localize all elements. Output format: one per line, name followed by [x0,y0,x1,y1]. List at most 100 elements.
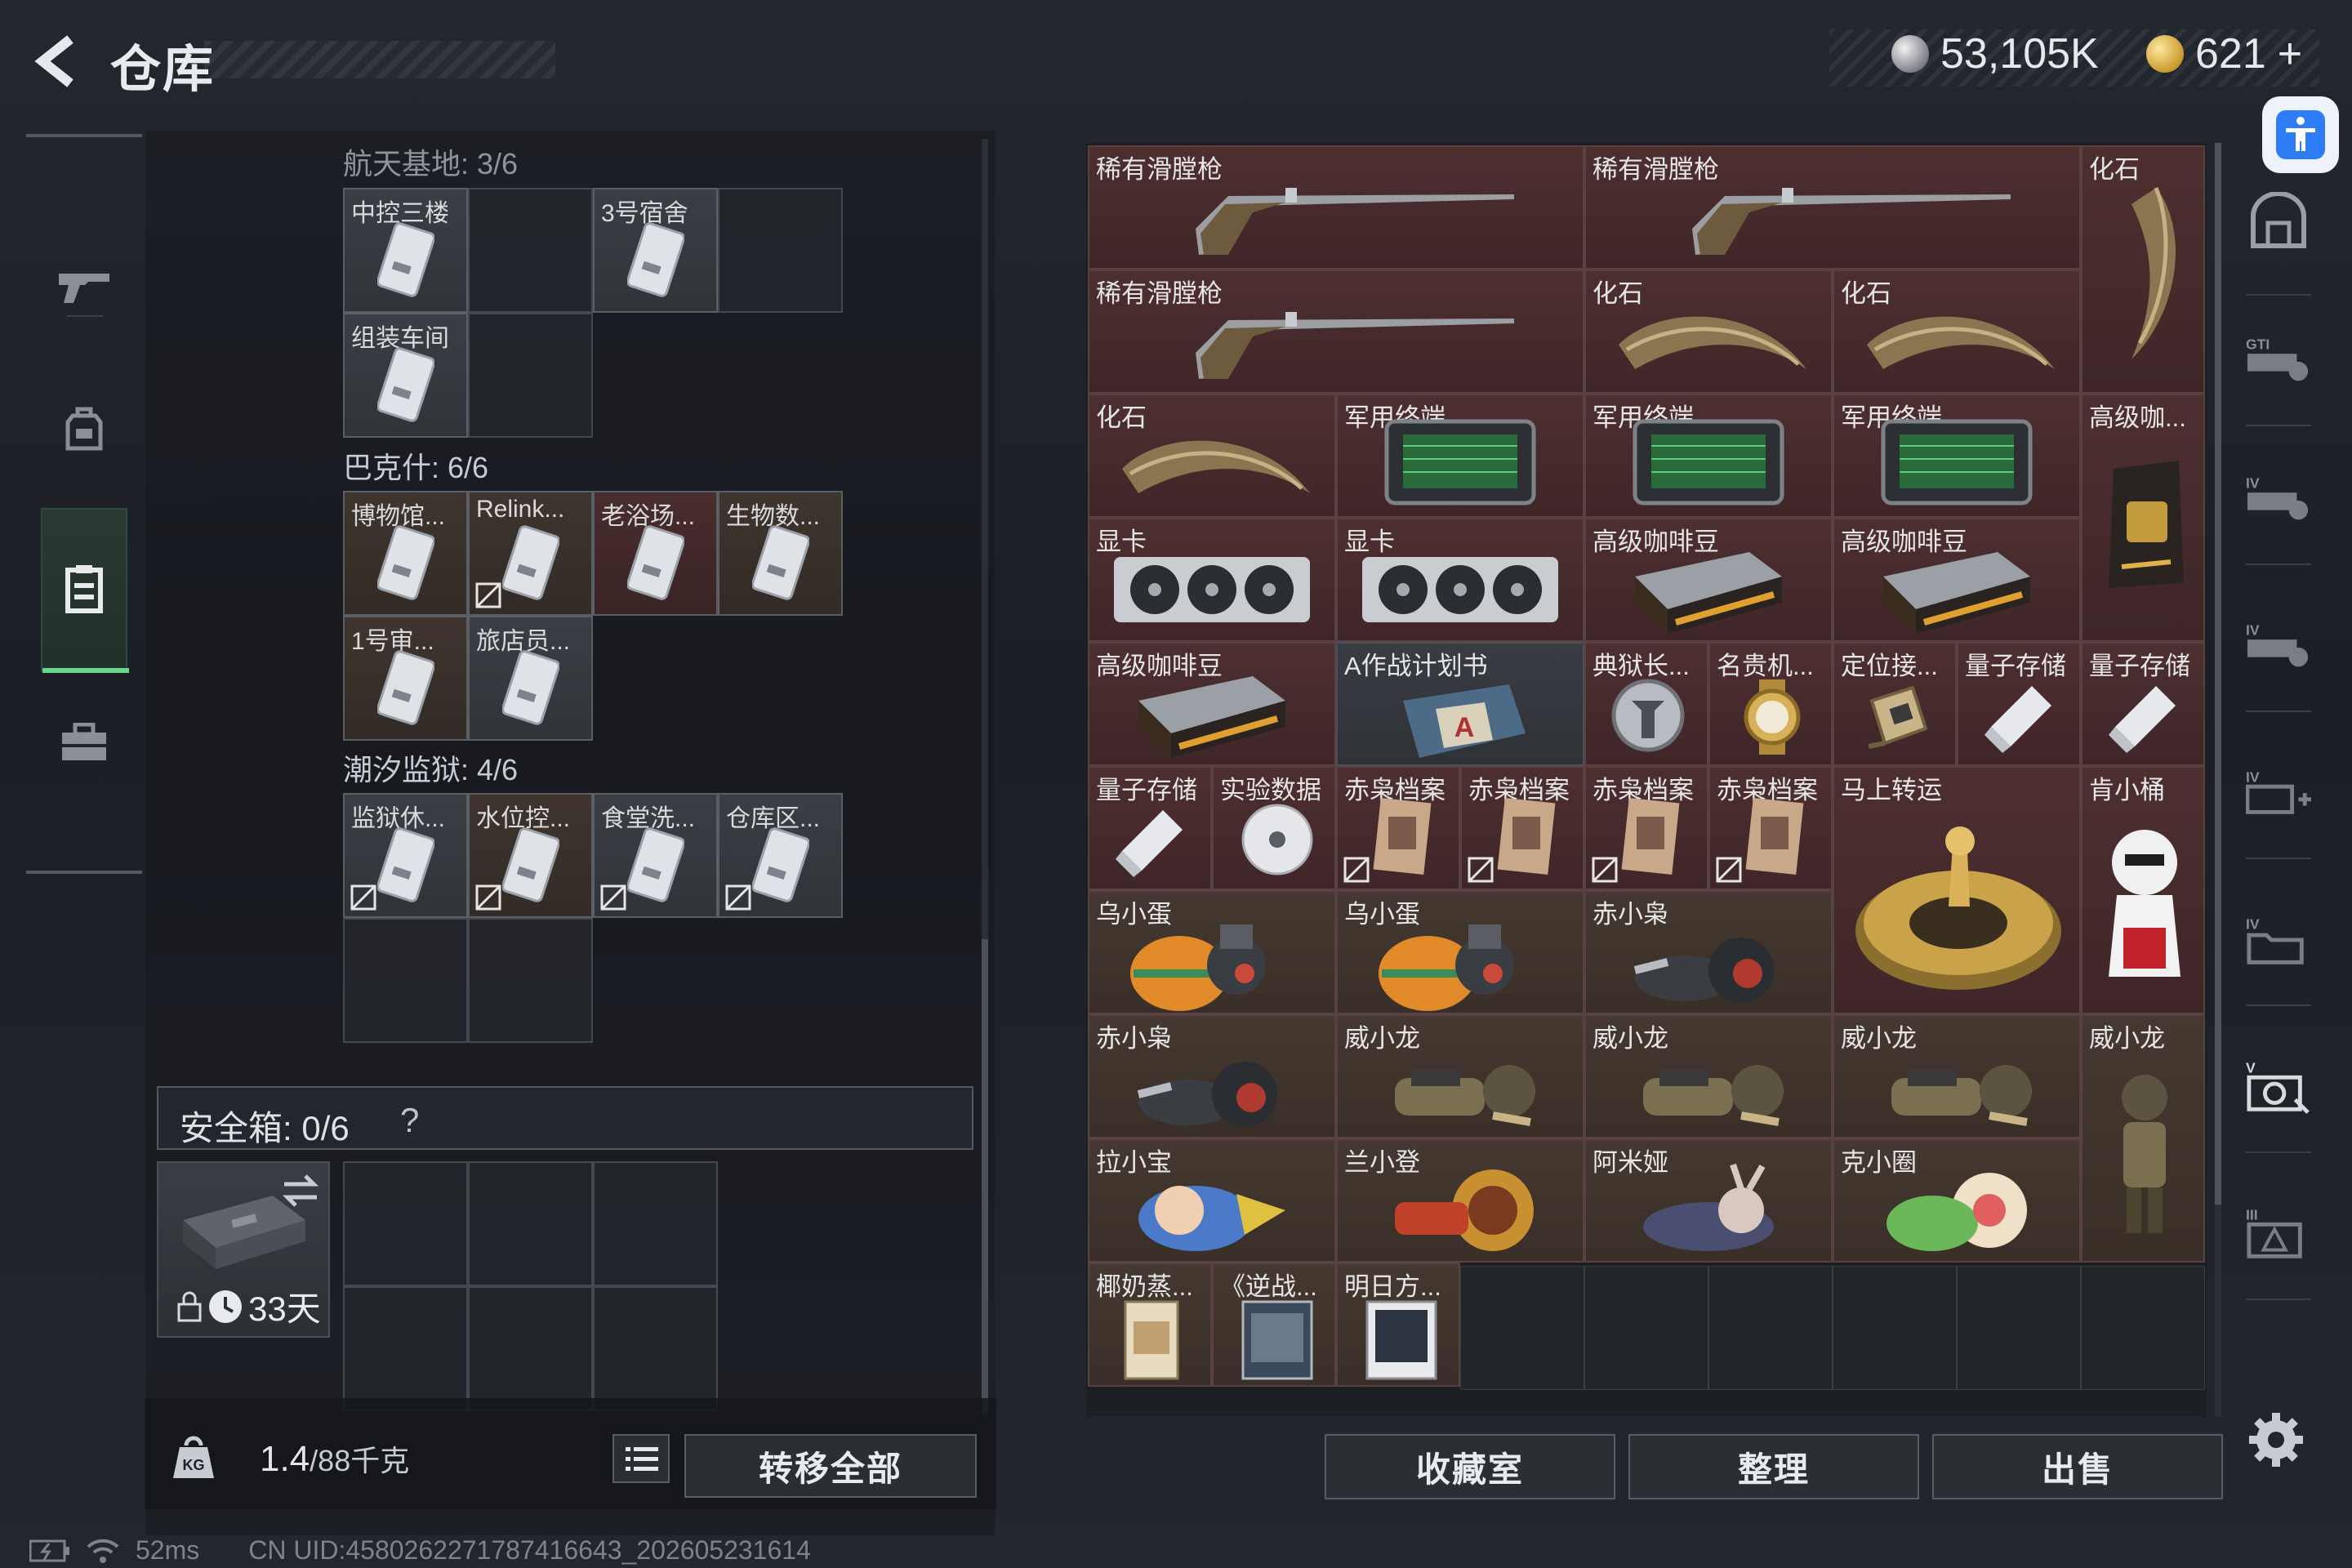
inventory-item[interactable]: 拉小宝 [1088,1138,1336,1263]
tab-main-storage[interactable] [2246,188,2311,253]
inventory-item[interactable]: 乌小蛋 [1336,890,1584,1014]
medkit-case-icon: IV [2246,768,2311,814]
keycard-slot[interactable]: 1号审... [343,616,468,741]
keycard-slot[interactable]: 旅店员... [468,616,593,741]
inventory-item[interactable]: 赤枭档案 [1584,766,1708,890]
inventory-item[interactable]: 马上转运 [1833,766,2081,1014]
inventory-item[interactable]: 化石 [1584,270,1833,394]
inventory-item[interactable]: 军用终端 [1833,394,2081,518]
keycard-slot[interactable]: 组装车间 [343,313,468,438]
inventory-item[interactable]: 稀有滑膛枪 [1584,145,2081,270]
inventory-scrollbar-thumb[interactable] [2215,143,2221,1205]
player-uid: CN UID:458026227178741664​3_202605231614 [248,1535,811,1565]
category-nav [26,131,142,874]
inventory-item[interactable]: 威小龙 [2081,1014,2205,1263]
inventory-item[interactable]: 赤枭档案 [1460,766,1584,890]
inventory-item[interactable]: 高级咖啡豆 [1088,642,1336,766]
inventory-item[interactable]: 量子存储 [2081,642,2205,766]
inventory-item[interactable]: 定位接... [1833,642,1957,766]
inventory-scrollbar[interactable] [2215,143,2221,1417]
gun-case-icon: IV [2246,621,2309,667]
inventory-item[interactable]: 肯小桶 [2081,766,2205,1014]
inventory-item[interactable]: 显卡 [1088,518,1336,642]
inventory-item[interactable]: 名贵机... [1708,642,1833,766]
swap-icon[interactable] [281,1173,320,1209]
settings-gear-icon[interactable] [2247,1411,2305,1468]
capacity-bar: KG 1.4/88千克 转移全部 [145,1398,996,1509]
inventory-item[interactable]: A作战计划书 A [1336,642,1584,766]
inventory-item[interactable]: 乌小蛋 [1088,890,1336,1014]
bound-icon [475,582,501,608]
inventory-item[interactable]: 化石 [1088,394,1336,518]
figure-icon [1379,924,1514,1011]
inventory-item[interactable]: 化石 [1833,270,2081,394]
storage-scrollbar[interactable] [982,139,988,1421]
tab-extension-3[interactable]: IV [2246,612,2311,678]
nav-storage[interactable] [41,508,129,673]
inventory-item[interactable]: 赤小枭 [1088,1014,1336,1138]
transfer-all-button[interactable]: 转移全部 [684,1434,977,1498]
tab-extension-1[interactable]: GTI [2246,327,2311,392]
safebox-case[interactable]: 33天 [157,1161,330,1338]
inventory-item[interactable]: 典狱长... [1584,642,1708,766]
gold-currency[interactable]: 621 + [2146,29,2302,78]
tab-extension-7[interactable]: III [2246,1200,2311,1266]
inventory-item[interactable]: 高级咖... [2081,394,2205,642]
inventory-item[interactable]: 化石 [2081,145,2205,394]
figure-icon [1130,924,1266,1011]
inventory-item[interactable]: 高级咖啡豆 [1584,518,1833,642]
inventory-item[interactable]: 军用终端 [1584,394,1833,518]
keycard-icon [627,222,684,297]
empty-slot [718,188,843,313]
nav-equipment[interactable] [41,380,127,478]
usb-icon [1116,810,1183,877]
inventory-item[interactable]: 明日方... [1336,1263,1460,1387]
keycard-slot[interactable]: Relink... [468,491,593,616]
inventory-item[interactable]: 兰小登 [1336,1138,1584,1263]
inventory-item[interactable]: 量子存储 [1088,766,1212,890]
inventory-item[interactable]: 赤枭档案 [1708,766,1833,890]
nav-items[interactable] [41,694,127,792]
inventory-item[interactable]: 显卡 [1336,518,1584,642]
inventory-item[interactable]: 赤小枭 [1584,890,1833,1014]
usb-icon [1984,686,2051,753]
inventory-item[interactable]: 量子存储 [1957,642,2081,766]
inventory-item[interactable]: 阿米娅 [1584,1138,1833,1263]
keycard-slot[interactable]: 监狱休... [343,793,468,918]
inventory-item[interactable]: 稀有滑膛枪 [1088,270,1584,394]
tab-extension-6[interactable]: V [2246,1054,2311,1119]
inventory-item[interactable]: 威小龙 [1833,1014,2081,1138]
tab-separator [2246,1004,2311,1006]
nav-weapons[interactable] [41,204,127,368]
keycard-slot[interactable]: 老浴场... [593,491,718,616]
keycard-slot[interactable]: 水位控... [468,793,593,918]
storage-scrollbar-thumb[interactable] [982,939,988,1413]
inventory-item[interactable]: 实验数据 [1212,766,1336,890]
keycard-slot[interactable]: 3号宿舍 [593,188,718,313]
inventory-item[interactable]: 威小龙 [1584,1014,1833,1138]
safebox-help-button[interactable]: ? [400,1101,419,1140]
back-arrow-icon[interactable] [29,33,87,90]
tab-extension-4[interactable]: IV [2246,760,2311,825]
organize-button[interactable]: 整理 [1628,1434,1919,1499]
tab-extension-5[interactable]: IV [2246,906,2311,972]
list-view-button[interactable] [612,1434,670,1483]
inventory-item[interactable]: 《逆战... [1212,1263,1336,1387]
keycard-slot[interactable]: 博物馆... [343,491,468,616]
inventory-item[interactable]: 高级咖啡豆 [1833,518,2081,642]
tab-extension-2[interactable]: IV [2246,466,2311,531]
safebox-days: 33天 [248,1290,321,1328]
inventory-item[interactable]: 赤枭档案 [1336,766,1460,890]
add-gold-button[interactable]: + [2278,29,2302,78]
keycard-slot[interactable]: 生物数... [718,491,843,616]
inventory-item[interactable]: 威小龙 [1336,1014,1584,1138]
sell-button[interactable]: 出售 [1932,1434,2223,1499]
inventory-item[interactable]: 椰奶蒸... [1088,1263,1212,1387]
keycard-slot[interactable]: 仓库区... [718,793,843,918]
inventory-item[interactable]: 军用终端 [1336,394,1584,518]
keycard-slot[interactable]: 食堂洗... [593,793,718,918]
inventory-item[interactable]: 稀有滑膛枪 [1088,145,1584,270]
inventory-item[interactable]: 克小圈 [1833,1138,2081,1263]
keycard-slot[interactable]: 中控三楼 [343,188,468,313]
collection-room-button[interactable]: 收藏室 [1325,1434,1615,1499]
